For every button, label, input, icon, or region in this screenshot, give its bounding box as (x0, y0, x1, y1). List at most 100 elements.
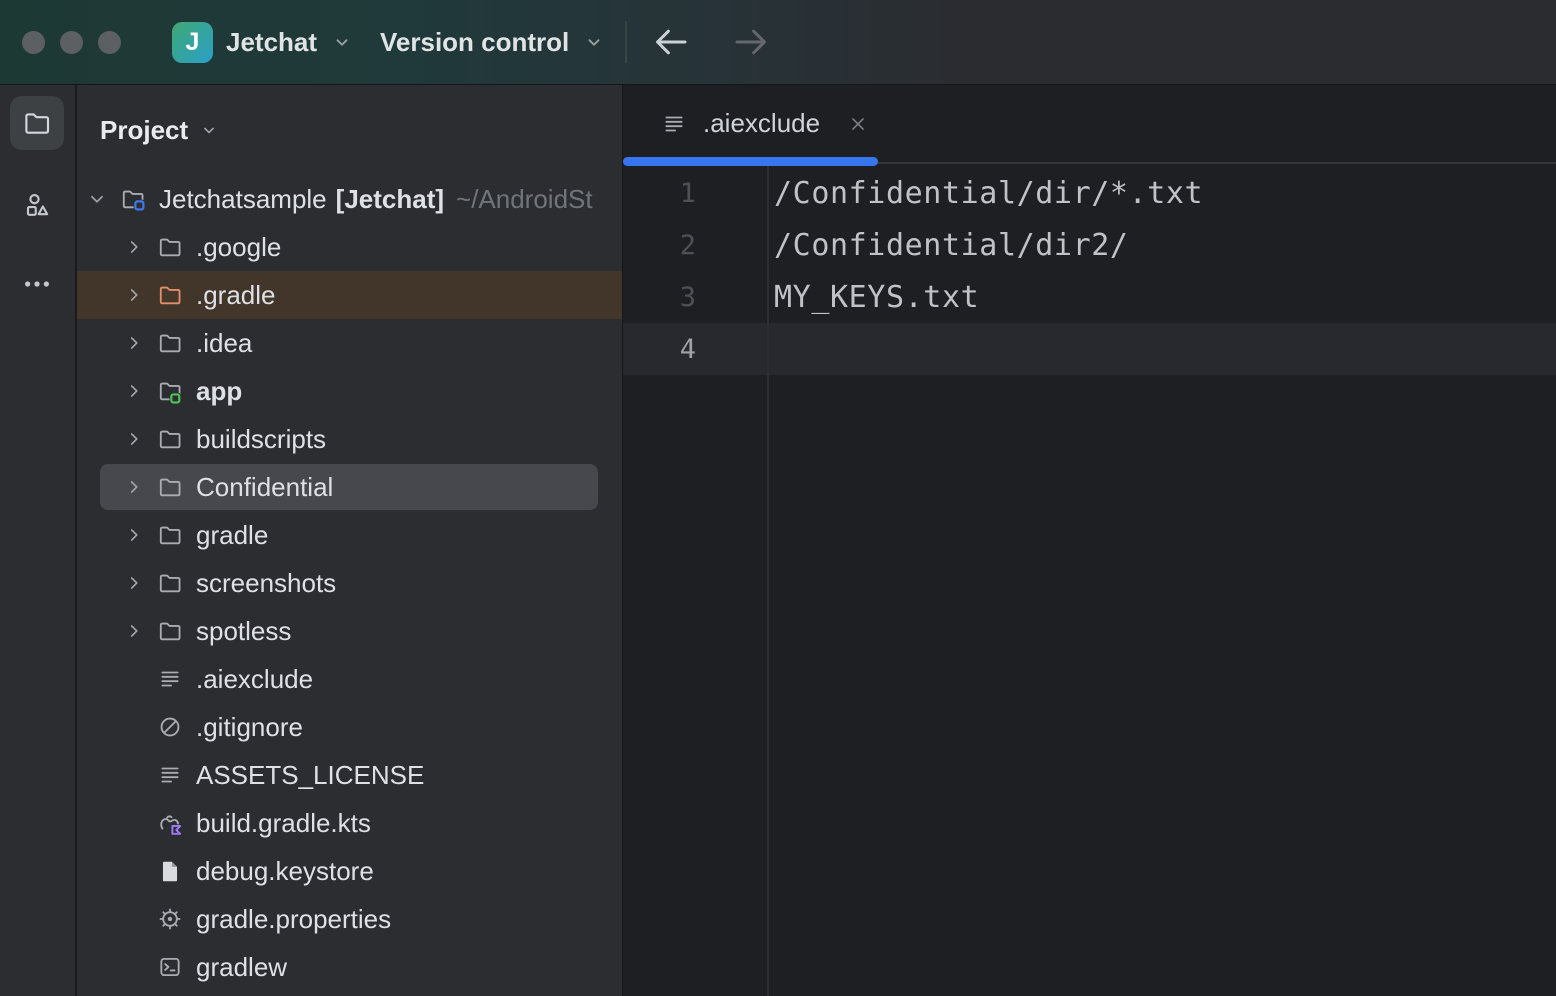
tree-item-label: .gradle (196, 280, 276, 311)
chevron-right-icon[interactable] (119, 223, 149, 271)
tree-item-label: Confidential (196, 472, 333, 503)
code-line-3[interactable]: 3MY_KEYS.txt (623, 271, 1556, 323)
folder-icon (157, 234, 183, 260)
folder-excluded-icon (157, 282, 183, 308)
tool-stripe-more-button[interactable] (10, 257, 64, 311)
line-number: 3 (623, 282, 768, 313)
traffic-light-zoom-button[interactable] (98, 31, 121, 54)
structure-icon (22, 190, 52, 220)
editor-tab-aiexclude[interactable]: .aiexclude (623, 85, 894, 162)
tree-row-gradle[interactable]: .gradle (77, 271, 622, 319)
line-text[interactable]: /Confidential/dir/*.txt (768, 176, 1203, 211)
folder-icon (157, 474, 183, 500)
chevron-down-icon (199, 120, 219, 140)
tree-row-screenshots[interactable]: screenshots (77, 559, 622, 607)
tree-item-label: Jetchatsample (159, 184, 327, 215)
chevron-right-icon[interactable] (119, 319, 149, 367)
tree-item-label: .idea (196, 328, 252, 359)
arrow-right-icon (730, 21, 772, 63)
tree-row-jetchatsample[interactable]: Jetchatsample[Jetchat]~/AndroidSt (77, 175, 622, 223)
chevron-right-icon[interactable] (119, 607, 149, 655)
vcs-widget-label: Version control (380, 27, 569, 58)
chevron-spacer (119, 847, 149, 895)
line-number: 2 (623, 230, 768, 261)
main-toolbar: J Jetchat Version control (0, 0, 1556, 85)
tree-row-confidential[interactable]: Confidential (77, 463, 622, 511)
tree-item-label: build.gradle.kts (196, 808, 371, 839)
editor-tab-bar: .aiexclude (623, 85, 1556, 164)
tree-row-gradlew[interactable]: gradlew (77, 943, 622, 991)
traffic-light-minimize-button[interactable] (60, 31, 83, 54)
chevron-down-icon[interactable] (82, 175, 112, 223)
tool-stripe-structure-button[interactable] (10, 178, 64, 232)
tree-row-google[interactable]: .google (77, 223, 622, 271)
tree-item-label: gradle (196, 520, 268, 551)
ignored-file-icon (157, 714, 183, 740)
tree-item-label: ASSETS_LICENSE (196, 760, 424, 791)
folder-icon (157, 330, 183, 356)
terminal-file-icon (157, 954, 183, 980)
gutter-separator (767, 164, 769, 996)
chevron-right-icon[interactable] (119, 415, 149, 463)
chevron-right-icon[interactable] (119, 463, 149, 511)
chevron-right-icon[interactable] (119, 271, 149, 319)
tree-row-spotless[interactable]: spotless (77, 607, 622, 655)
line-number: 4 (623, 334, 768, 365)
code-line-4[interactable]: 4 (623, 323, 1556, 375)
tree-row-assets-license[interactable]: ASSETS_LICENSE (77, 751, 622, 799)
text-file-icon (661, 111, 687, 137)
folder-module-icon (157, 378, 183, 404)
tree-item-label: debug.keystore (196, 856, 374, 887)
tree-item-path-suffix: ~/AndroidSt (456, 184, 593, 215)
arrow-left-icon (650, 21, 692, 63)
project-logo: J (172, 22, 213, 63)
code-line-1[interactable]: 1/Confidential/dir/*.txt (623, 167, 1556, 219)
vcs-widget[interactable]: Version control (380, 0, 605, 84)
editor-body[interactable]: 1/Confidential/dir/*.txt2/Confidential/d… (623, 164, 1556, 996)
traffic-light-close-button[interactable] (22, 31, 45, 54)
line-text[interactable]: MY_KEYS.txt (768, 280, 979, 315)
chevron-spacer (119, 799, 149, 847)
chevron-right-icon[interactable] (119, 559, 149, 607)
tree-row-app[interactable]: app (77, 367, 622, 415)
tree-item-label: gradle.properties (196, 904, 391, 935)
chevron-down-icon (331, 31, 353, 53)
chevron-right-icon[interactable] (119, 367, 149, 415)
code-lines: 1/Confidential/dir/*.txt2/Confidential/d… (623, 167, 1556, 375)
chevron-spacer (119, 943, 149, 991)
navigate-back-button[interactable] (650, 21, 692, 63)
tool-stripe-project-button[interactable] (10, 96, 64, 150)
chevron-down-icon (583, 31, 605, 53)
tree-row-idea[interactable]: .idea (77, 319, 622, 367)
gradle-kotlin-file-icon (157, 810, 183, 836)
tree-row-build-gradle-kts[interactable]: build.gradle.kts (77, 799, 622, 847)
text-file-icon (157, 762, 183, 788)
gear-file-icon (157, 906, 183, 932)
toolbar-divider (625, 21, 627, 63)
line-text[interactable]: /Confidential/dir2/ (768, 228, 1129, 263)
project-switcher[interactable]: Jetchat (226, 0, 353, 84)
chevron-spacer (119, 655, 149, 703)
close-icon[interactable] (846, 112, 870, 136)
tree-row-gitignore[interactable]: .gitignore (77, 703, 622, 751)
text-file-icon (157, 666, 183, 692)
chevron-spacer (119, 751, 149, 799)
project-view-dropdown[interactable]: Project (77, 85, 622, 175)
tree-item-label: gradlew (196, 952, 287, 983)
ide-window: J Jetchat Version control (0, 0, 1556, 996)
tree-row-gradle-properties[interactable]: gradle.properties (77, 895, 622, 943)
tree-row-aiexclude[interactable]: .aiexclude (77, 655, 622, 703)
tree-item-label: screenshots (196, 568, 336, 599)
tree-row-buildscripts[interactable]: buildscripts (77, 415, 622, 463)
code-line-2[interactable]: 2/Confidential/dir2/ (623, 219, 1556, 271)
navigate-forward-button[interactable] (730, 21, 772, 63)
chevron-right-icon[interactable] (119, 511, 149, 559)
tree-row-gradle[interactable]: gradle (77, 511, 622, 559)
tree-row-debug-keystore[interactable]: debug.keystore (77, 847, 622, 895)
tool-window-stripe (0, 85, 77, 996)
tree-item-label: .aiexclude (196, 664, 313, 695)
chevron-spacer (119, 895, 149, 943)
folder-icon (157, 570, 183, 596)
active-tab-indicator (623, 157, 878, 166)
folder-root-icon (120, 186, 146, 212)
